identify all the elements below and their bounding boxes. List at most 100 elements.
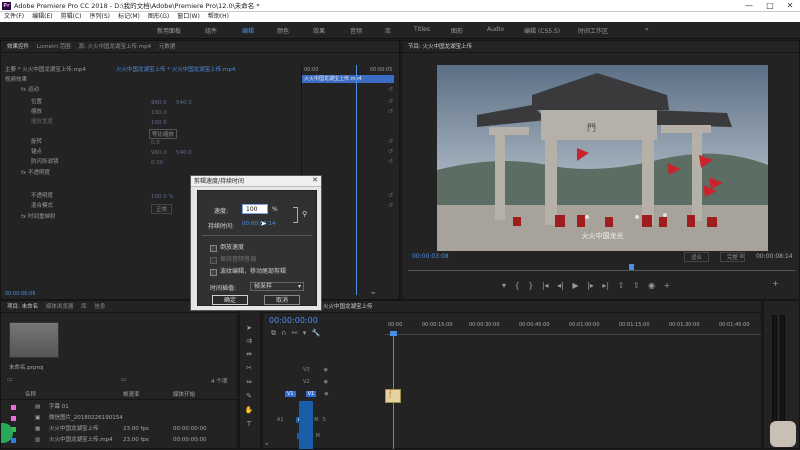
list-item[interactable]: ▤ 字幕 01 bbox=[1, 402, 239, 413]
opacity-value[interactable]: 100.0 % bbox=[151, 194, 174, 200]
mute-icon[interactable]: M bbox=[316, 433, 320, 439]
video-frame[interactable]: 門 火火中国龙光 bbox=[437, 65, 768, 251]
ripple-edit-checkbox[interactable] bbox=[210, 269, 217, 276]
effect-row[interactable]: 缩放宽度 bbox=[31, 118, 53, 127]
rotation-value[interactable]: 0.0 bbox=[151, 140, 160, 146]
list-item[interactable]: ▥ 火火中国龙湖宝上传.mp4 23.00 fps 00:00:00:00 bbox=[1, 435, 239, 446]
close-button[interactable]: ✕ bbox=[779, 0, 800, 12]
track-header-v3[interactable]: V3 ◉ bbox=[263, 365, 343, 375]
list-item[interactable]: ▣ 微信图片_20180226190154 bbox=[1, 413, 239, 424]
blend-mode-select[interactable]: 正常 bbox=[151, 204, 173, 214]
tab-metadata[interactable]: 元数据 bbox=[159, 44, 176, 50]
anchor-x-value[interactable]: 960.0 bbox=[151, 150, 167, 156]
workspace-tab[interactable]: 组件 bbox=[205, 26, 217, 35]
playhead-icon[interactable] bbox=[629, 264, 634, 270]
timeline-timecode[interactable]: 00:00:00:00 bbox=[269, 316, 318, 325]
solo-icon[interactable]: S bbox=[323, 417, 326, 423]
program-timecode[interactable]: 00:00:03:08 bbox=[412, 253, 449, 260]
eye-icon[interactable]: ◉ bbox=[324, 379, 328, 385]
goto-out-icon[interactable]: ▸| bbox=[602, 281, 609, 290]
menu-help[interactable]: 帮助(H) bbox=[204, 12, 233, 22]
reverse-speed-checkbox[interactable] bbox=[210, 245, 217, 252]
position-y-value[interactable]: 540.0 bbox=[176, 100, 192, 106]
effect-row[interactable]: 位置 bbox=[31, 98, 42, 107]
anchor-y-value[interactable]: 540.0 bbox=[176, 150, 192, 156]
eye-icon[interactable]: ◉ bbox=[324, 391, 328, 397]
nest-icon[interactable]: ⧉ bbox=[271, 329, 276, 337]
pen-tool-icon[interactable]: ✎ bbox=[244, 391, 254, 401]
settings-icon[interactable]: 🔧 bbox=[311, 329, 320, 337]
tab-libraries[interactable]: 库 bbox=[81, 304, 87, 310]
effect-row[interactable]: fx 时间重映射 bbox=[21, 213, 55, 222]
effect-row[interactable]: 旋转 bbox=[31, 138, 42, 147]
menu-window[interactable]: 窗口(W) bbox=[173, 12, 204, 22]
label-color-swatch[interactable] bbox=[11, 438, 16, 443]
dialog-close-icon[interactable]: ✕ bbox=[312, 176, 318, 184]
workspace-overflow-button[interactable]: » bbox=[645, 26, 649, 33]
sequence-clip-label[interactable]: 火火中国龙湖宝上传 * 火火中国龙湖宝上传.mp4 bbox=[116, 66, 235, 75]
project-thumbnail[interactable] bbox=[9, 322, 59, 358]
mark-out-icon[interactable]: } bbox=[528, 281, 533, 290]
effect-row[interactable]: fx 运动 bbox=[21, 86, 39, 95]
minimize-button[interactable]: — bbox=[738, 0, 760, 12]
effect-row[interactable]: 不透明度 bbox=[31, 192, 53, 201]
menu-marker[interactable]: 标记(M) bbox=[114, 12, 144, 22]
workspace-tab[interactable]: 效果 bbox=[313, 26, 325, 35]
workspace-tab[interactable]: 编辑 (CS5.5) bbox=[524, 26, 560, 35]
snap-icon[interactable]: ∩ bbox=[281, 329, 286, 337]
ecp-footer-timecode[interactable]: 00:00:06:06 bbox=[5, 291, 36, 297]
effect-row[interactable]: 锚点 bbox=[31, 148, 42, 157]
tab-source[interactable]: 源: 火火中国龙湖宝上传.mp4 bbox=[78, 44, 151, 50]
interpolation-select[interactable]: 帧采样 ▾ bbox=[250, 282, 304, 291]
menu-clip[interactable]: 剪辑(C) bbox=[57, 12, 86, 22]
playhead-line[interactable] bbox=[356, 65, 357, 295]
menu-sequence[interactable]: 序列(S) bbox=[86, 12, 115, 22]
workspace-tab[interactable]: 新用面板 bbox=[157, 26, 181, 35]
folder-icon[interactable]: ▭ bbox=[121, 376, 127, 383]
column-media-start[interactable]: 媒体开始 bbox=[173, 391, 195, 400]
tab-info[interactable]: 信息 bbox=[94, 304, 105, 310]
mark-in-icon[interactable]: { bbox=[515, 281, 520, 290]
workspace-tab[interactable]: 时间工作区 bbox=[578, 26, 608, 35]
razor-tool-icon[interactable]: ✂ bbox=[244, 363, 254, 373]
track-header-v1[interactable]: V1 V1 ◉ bbox=[263, 389, 343, 399]
export-frame-icon[interactable]: ◉ bbox=[648, 281, 655, 290]
workspace-tab[interactable]: Titles bbox=[414, 26, 430, 33]
extract-icon[interactable]: ⇪ bbox=[633, 281, 640, 290]
add-marker-icon[interactable]: ▾ bbox=[303, 329, 307, 337]
duration-input[interactable]: 00:00:08:14 bbox=[242, 221, 276, 227]
effect-row[interactable]: fx 不透明度 bbox=[21, 169, 50, 178]
tab-sequence[interactable]: 火火中国龙湖宝上传 bbox=[323, 304, 373, 310]
track-header-v2[interactable]: V2 ◉ bbox=[263, 377, 343, 387]
button-editor-icon[interactable]: + bbox=[664, 281, 671, 290]
effect-row[interactable]: 防闪烁滤镜 bbox=[31, 158, 59, 167]
program-scrubber[interactable] bbox=[408, 265, 796, 271]
linked-selection-icon[interactable]: ⚯ bbox=[292, 329, 298, 337]
label-color-swatch[interactable] bbox=[11, 416, 16, 421]
selection-tool-icon[interactable]: ➤ bbox=[244, 323, 254, 333]
tab-project[interactable]: 项目: 未命名 bbox=[7, 304, 38, 310]
mute-icon[interactable]: M bbox=[314, 417, 318, 423]
maximize-button[interactable]: □ bbox=[759, 0, 781, 12]
link-icon[interactable]: ⚲ bbox=[302, 210, 307, 218]
position-x-value[interactable]: 960.0 bbox=[151, 100, 167, 106]
menu-file[interactable]: 文件(F) bbox=[0, 12, 28, 22]
workspace-tab[interactable]: 音频 bbox=[350, 26, 362, 35]
workspace-tab[interactable]: 颜色 bbox=[277, 26, 289, 35]
tab-lumetri-scopes[interactable]: Lumetri 范围 bbox=[37, 44, 71, 50]
marker-icon[interactable]: ▾ bbox=[502, 281, 506, 290]
tab-program[interactable]: 节目: 火火中国龙湖宝上传 bbox=[408, 44, 472, 50]
effect-row[interactable]: 缩放 bbox=[31, 108, 42, 117]
folder-icon[interactable]: ▭ bbox=[7, 376, 13, 383]
fit-select[interactable]: 适合 bbox=[684, 252, 710, 262]
wrench-icon[interactable]: ⚙ bbox=[739, 253, 744, 260]
audio-track-target[interactable] bbox=[299, 401, 313, 449]
eye-icon[interactable]: ◉ bbox=[324, 367, 328, 373]
scale-width-value[interactable]: 100.0 bbox=[151, 120, 167, 126]
ok-button[interactable]: 确定 bbox=[212, 295, 248, 305]
menu-edit[interactable]: 编辑(E) bbox=[28, 12, 56, 22]
scale-value[interactable]: 100.0 bbox=[151, 110, 167, 116]
cancel-button[interactable]: 取消 bbox=[264, 295, 300, 305]
maintain-pitch-checkbox[interactable] bbox=[210, 257, 217, 264]
menu-graphics[interactable]: 图形(G) bbox=[144, 12, 173, 22]
